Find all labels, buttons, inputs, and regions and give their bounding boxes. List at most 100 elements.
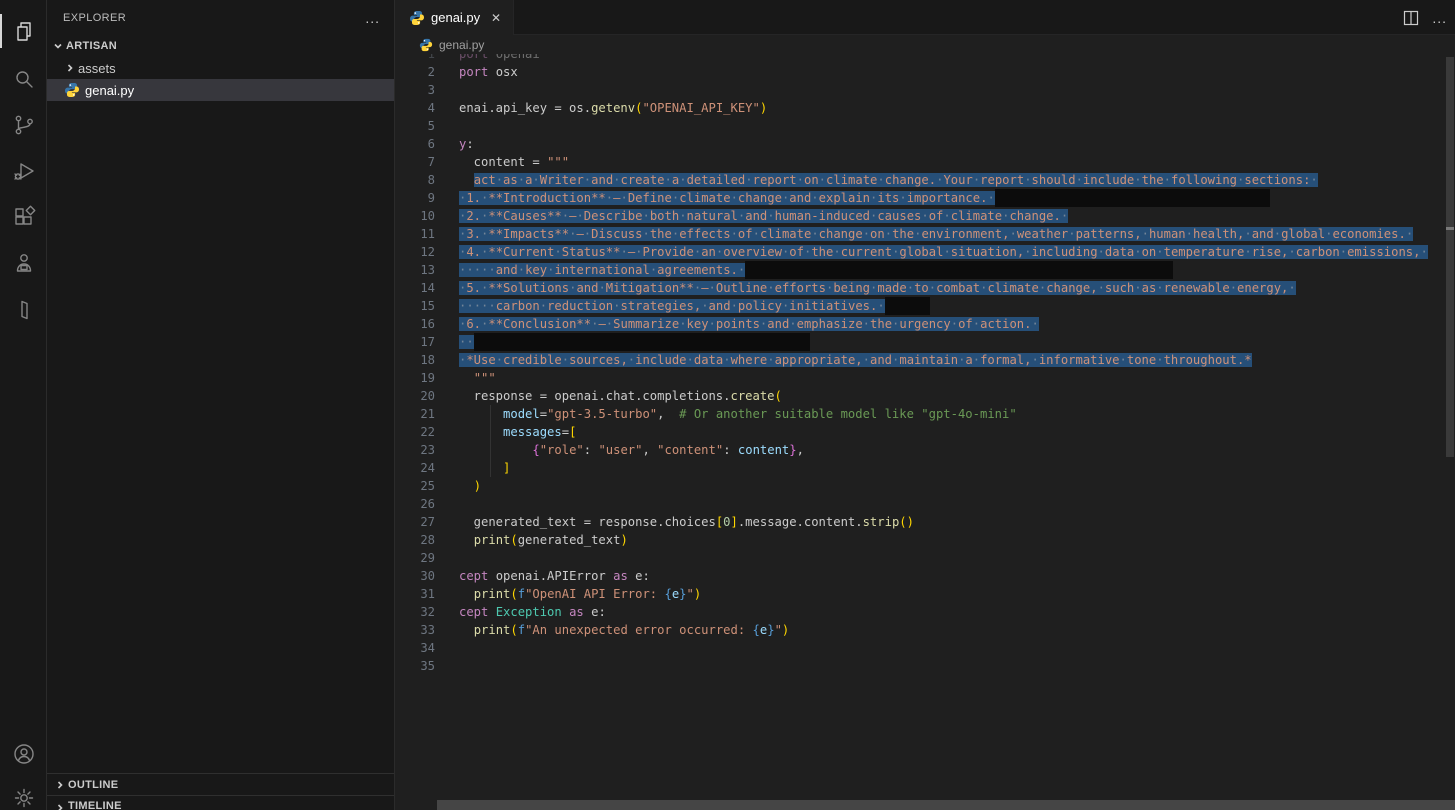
python-file-icon <box>64 82 80 98</box>
code-line[interactable]: 35 <box>396 657 1455 675</box>
search-icon[interactable] <box>0 56 47 102</box>
code-line[interactable]: 33 print(f"An unexpected error occurred:… <box>396 621 1455 639</box>
explorer-more-actions-icon[interactable]: ... <box>365 10 380 26</box>
activity-bar <box>0 0 47 810</box>
redaction-box <box>885 297 930 315</box>
breadcrumb[interactable]: genai.py <box>396 35 1441 54</box>
redaction-box <box>995 189 1270 207</box>
code-line[interactable]: 4enai.api_key = os.getenv("OPENAI_API_KE… <box>396 99 1455 117</box>
line-number: 28 <box>396 531 435 549</box>
code-line[interactable]: 12·4.·**Current·Status**·—·Provide·an·ov… <box>396 243 1455 261</box>
line-number: 30 <box>396 567 435 585</box>
code-line[interactable]: 2port osx <box>396 63 1455 81</box>
code-line[interactable]: 31 print(f"OpenAI API Error: {e}") <box>396 585 1455 603</box>
code-line[interactable]: 29 <box>396 549 1455 567</box>
chevron-right-icon <box>62 60 78 76</box>
chevron-down-icon <box>50 38 66 54</box>
extensions-icon[interactable] <box>0 194 47 240</box>
line-number: 21 <box>396 405 435 423</box>
vertical-scrollbar[interactable] <box>1446 57 1454 457</box>
code-line[interactable]: 18·*Use·credible·sources,·include·data·w… <box>396 351 1455 369</box>
code-line[interactable]: 25 ) <box>396 477 1455 495</box>
code-line[interactable]: 8 act·as·a·Writer·and·create·a·detailed·… <box>396 171 1455 189</box>
line-number: 15 <box>396 297 435 315</box>
code-line[interactable]: 34 <box>396 639 1455 657</box>
horizontal-scrollbar[interactable] <box>437 800 1455 810</box>
redaction-box <box>745 261 1173 279</box>
code-line[interactable]: 22 messages=[ <box>396 423 1455 441</box>
files-icon[interactable] <box>0 8 47 54</box>
line-number: 29 <box>396 549 435 567</box>
indent-guide <box>490 405 491 477</box>
code-line[interactable]: 13·····and·key·international·agreements.… <box>396 261 1455 279</box>
line-number: 24 <box>396 459 435 477</box>
line-number: 5 <box>396 117 435 135</box>
sidebar-item-genai-py[interactable]: genai.py <box>47 79 394 101</box>
line-number: 4 <box>396 99 435 117</box>
outline-section-header[interactable]: OUTLINE <box>47 773 394 795</box>
line-number: 11 <box>396 225 435 243</box>
line-number: 25 <box>396 477 435 495</box>
code-area[interactable]: 1port openai2port osx34enai.api_key = os… <box>396 45 1455 805</box>
editor-more-actions-icon[interactable]: ... <box>1432 10 1447 26</box>
line-number: 6 <box>396 135 435 153</box>
line-number: 22 <box>396 423 435 441</box>
code-line[interactable]: 24 ] <box>396 459 1455 477</box>
line-number: 18 <box>396 351 435 369</box>
line-number: 12 <box>396 243 435 261</box>
code-line[interactable]: 23 {"role": "user", "content": content}, <box>396 441 1455 459</box>
chevron-right-icon <box>52 777 68 793</box>
code-line[interactable]: 5 <box>396 117 1455 135</box>
tab-genai-py[interactable]: genai.py ✕ <box>396 0 514 35</box>
timeline-label: TIMELINE <box>68 800 122 810</box>
code-line[interactable]: 11·3.·**Impacts**·—·Discuss·the·effects·… <box>396 225 1455 243</box>
split-editor-icon[interactable] <box>1402 9 1420 27</box>
outline-label: OUTLINE <box>68 779 118 791</box>
close-icon[interactable]: ✕ <box>487 9 505 27</box>
code-line[interactable]: 16·6.·**Conclusion**·—·Summarize·key·poi… <box>396 315 1455 333</box>
tab-bar: genai.py ✕ ... <box>396 0 1455 35</box>
code-line[interactable]: 14·5.·**Solutions·and·Mitigation**·—·Out… <box>396 279 1455 297</box>
code-line[interactable]: 17·· <box>396 333 1455 351</box>
vscode-window: EXPLORER ... ARTISAN assets genai.py OUT… <box>0 0 1455 810</box>
code-line[interactable]: 3 <box>396 81 1455 99</box>
code-line[interactable]: 19 """ <box>396 369 1455 387</box>
ai-assistant-icon[interactable] <box>0 240 47 286</box>
line-number: 10 <box>396 207 435 225</box>
line-number: 17 <box>396 333 435 351</box>
account-icon[interactable] <box>0 731 47 777</box>
code-line[interactable]: 10·2.·**Causes**·—·Describe·both·natural… <box>396 207 1455 225</box>
chevron-right-icon <box>52 800 68 810</box>
code-line[interactable]: 32cept Exception as e: <box>396 603 1455 621</box>
code-line[interactable]: 27 generated_text = response.choices[0].… <box>396 513 1455 531</box>
code-line[interactable]: 21 model="gpt-3.5-turbo", # Or another s… <box>396 405 1455 423</box>
line-number: 27 <box>396 513 435 531</box>
line-number: 2 <box>396 63 435 81</box>
code-line[interactable]: 28 print(generated_text) <box>396 531 1455 549</box>
line-number: 16 <box>396 315 435 333</box>
line-number: 19 <box>396 369 435 387</box>
code-line[interactable]: 30cept openai.APIError as e: <box>396 567 1455 585</box>
root-folder-header[interactable]: ARTISAN <box>47 35 394 57</box>
line-number: 32 <box>396 603 435 621</box>
source-control-icon[interactable] <box>0 102 47 148</box>
breadcrumb-file: genai.py <box>439 38 484 52</box>
code-line[interactable]: 7 content = """ <box>396 153 1455 171</box>
line-number: 34 <box>396 639 435 657</box>
python-file-icon <box>418 38 434 52</box>
line-number: 14 <box>396 279 435 297</box>
code-line[interactable]: 6y: <box>396 135 1455 153</box>
line-number: 33 <box>396 621 435 639</box>
run-debug-icon[interactable] <box>0 148 47 194</box>
line-number: 7 <box>396 153 435 171</box>
notebook-icon[interactable] <box>0 287 47 333</box>
folder-label: assets <box>78 61 116 76</box>
code-line[interactable]: 26 <box>396 495 1455 513</box>
code-line[interactable]: 9·1.·**Introduction**·—·Define·climate·c… <box>396 189 1455 207</box>
code-line[interactable]: 20 response = openai.chat.completions.cr… <box>396 387 1455 405</box>
overview-ruler-selection-mark <box>1446 227 1454 230</box>
settings-gear-icon[interactable] <box>0 775 47 810</box>
sidebar-item-assets[interactable]: assets <box>47 57 394 79</box>
code-line[interactable]: 15·····carbon·reduction·strategies,·and·… <box>396 297 1455 315</box>
timeline-section-header[interactable]: TIMELINE <box>47 795 394 810</box>
